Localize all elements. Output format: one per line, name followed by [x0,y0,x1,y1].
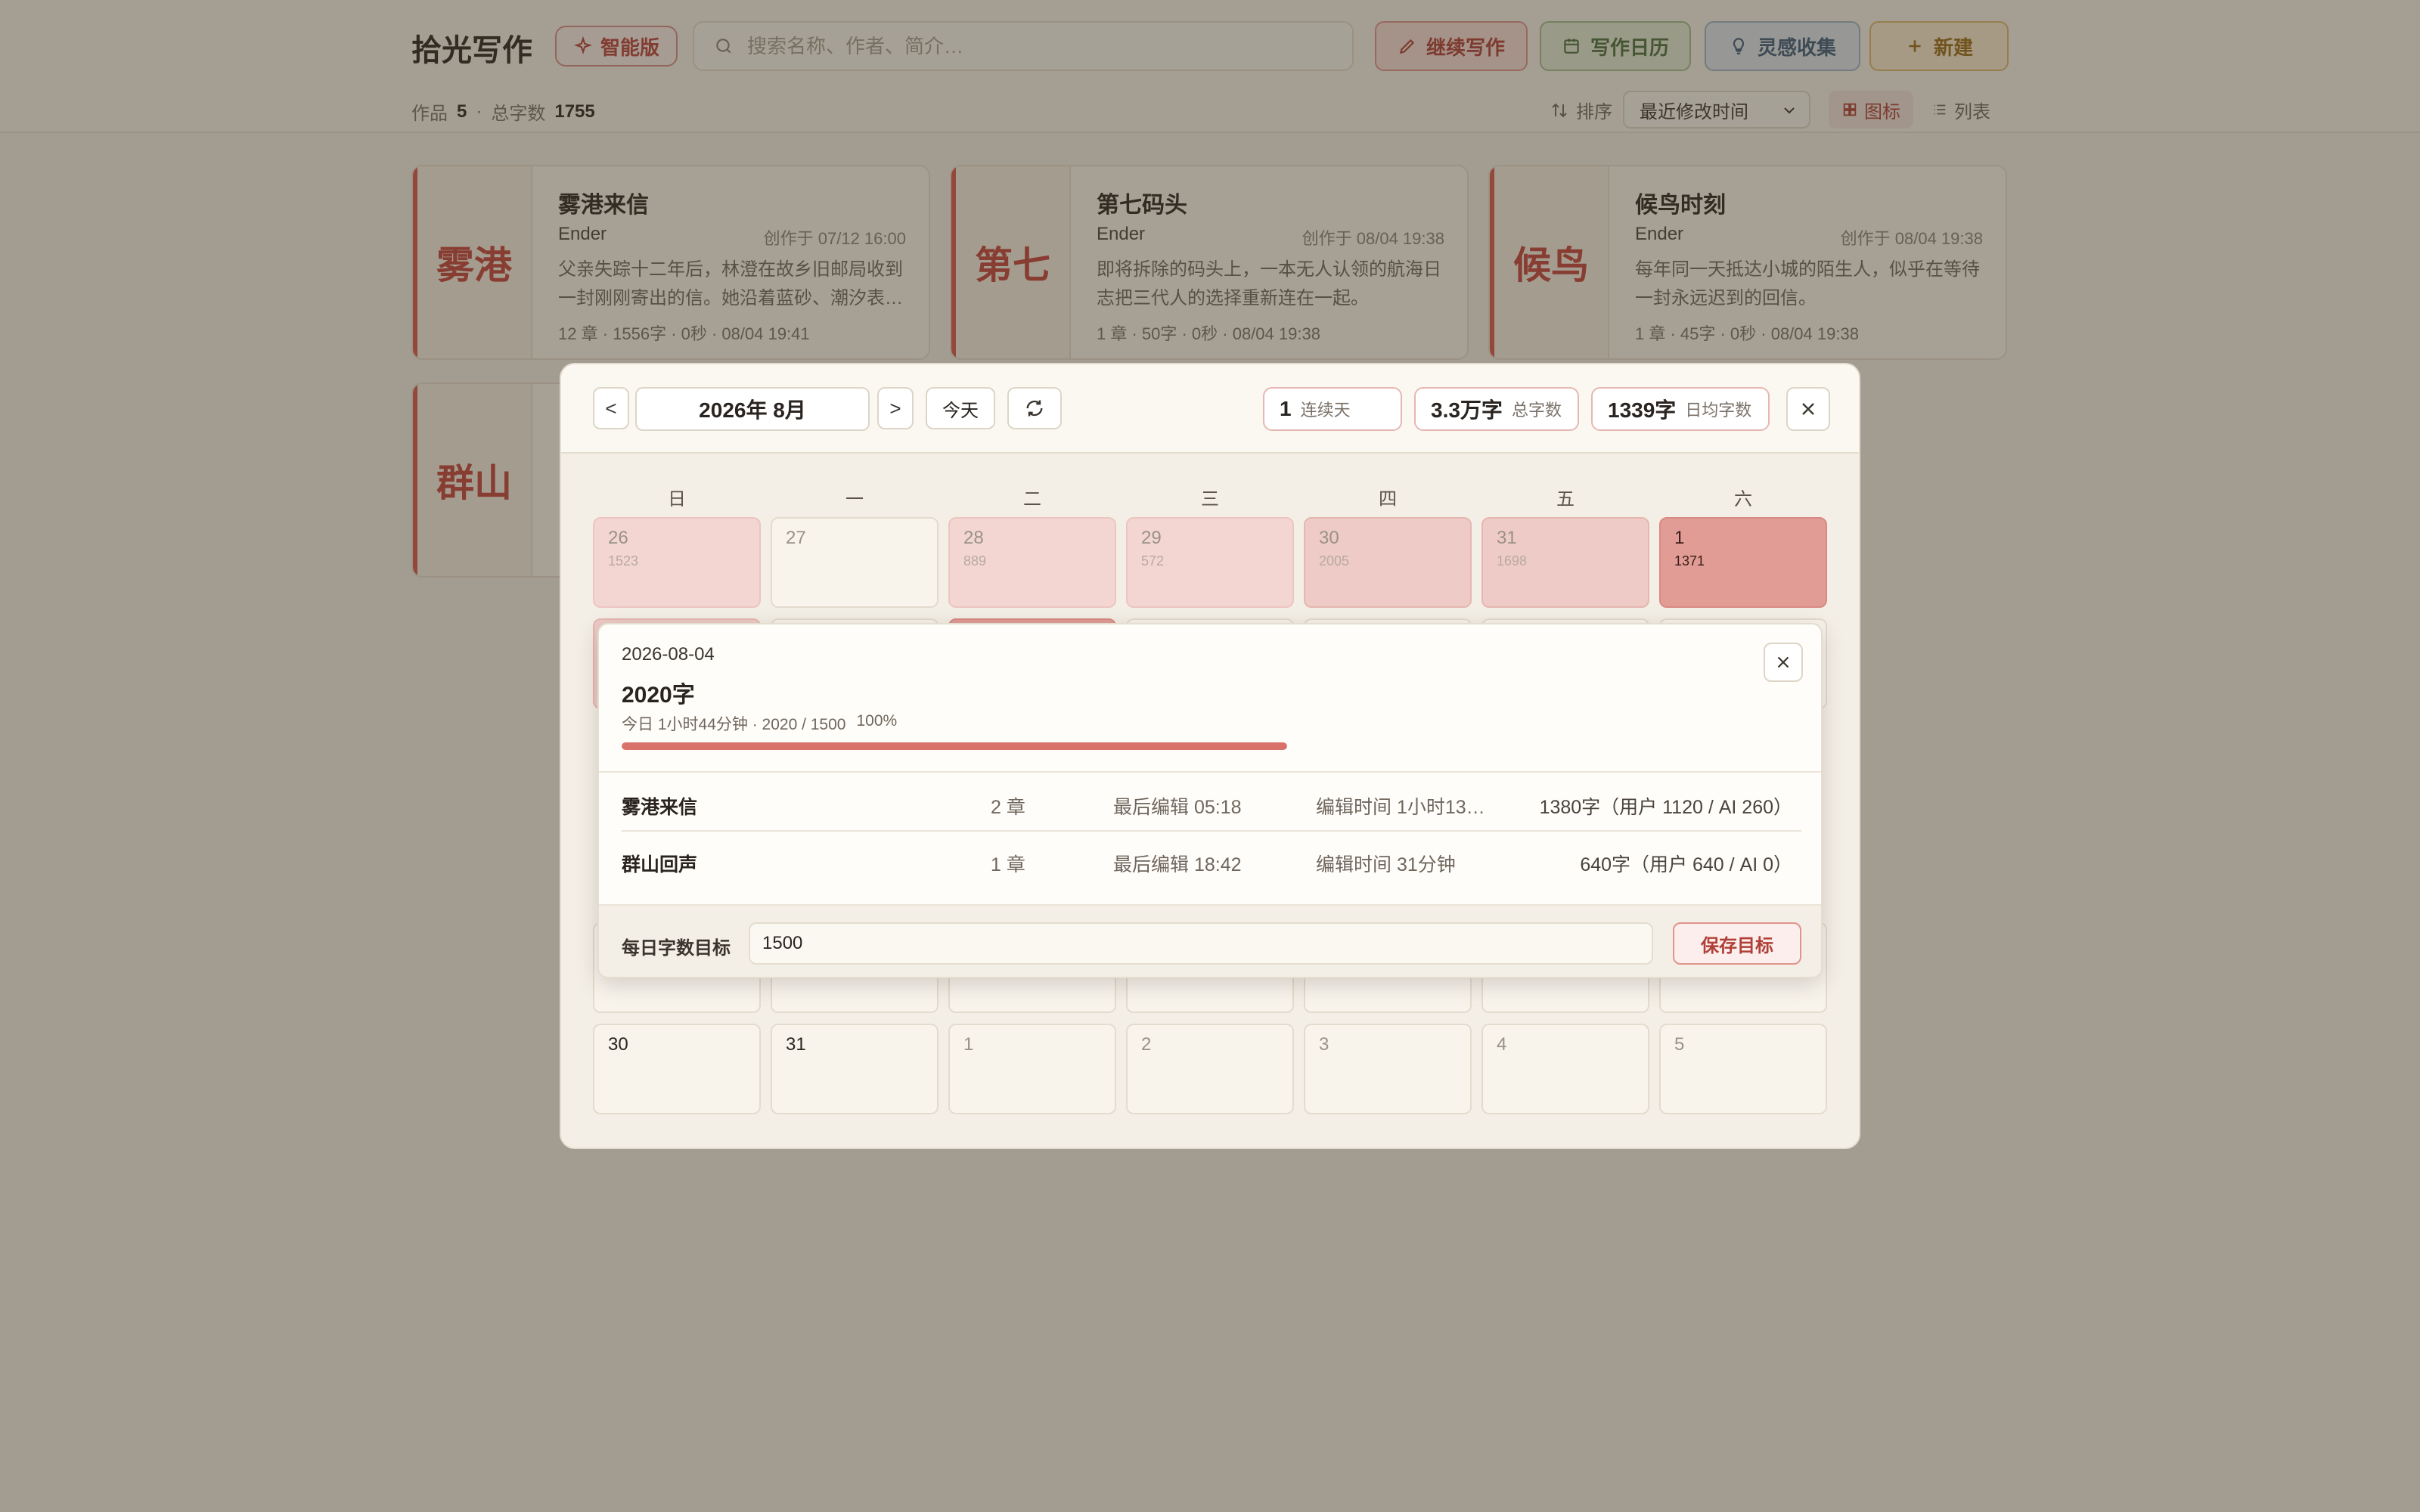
calendar-day[interactable]: 29 572 [1126,517,1294,608]
daily-goal-input[interactable] [749,922,1653,965]
streak-value: 1 [1280,397,1292,420]
day-number: 1 [1674,528,1685,548]
work-day-row[interactable]: 群山回声 1 章 最后编辑 18:42 编辑时间 31分钟 640字（用户 64… [622,833,1801,889]
day-word-count: 572 [1141,553,1165,569]
day-number: 26 [608,528,628,548]
goal-progress-bar [622,742,1287,750]
streak-pill: 1 连续天 [1263,387,1402,431]
day-word-count: 1371 [1674,553,1705,569]
day-number: 3 [1319,1034,1329,1055]
day-word-count: 889 [963,553,987,569]
weekday-label: 四 [1379,489,1397,510]
day-number: 2 [1141,1034,1152,1055]
day-number: 31 [786,1034,806,1055]
prev-month-button[interactable]: < [593,387,629,429]
day-word-count: 2005 [1319,553,1350,569]
daily-goal-label: 每日字数目标 [622,938,731,959]
weekday-label: 一 [845,489,864,510]
calendar-day[interactable]: 3 [1304,1024,1472,1114]
refresh-icon [1026,400,1043,417]
daily-average-pill: 1339字 日均字数 [1591,387,1770,431]
detail-summary: 今日 1小时44分钟 · 2020 / 1500 [622,716,846,733]
detail-total-words: 2020字 [622,683,695,708]
day-number: 1 [963,1034,974,1055]
day-word-count: 1523 [608,553,639,569]
calendar-header: < 2026年 8月 > 今天 1 连续天 3.3万字 总字数 1339字 日均… [561,364,1859,454]
close-icon [1777,656,1789,668]
weekday-label: 三 [1201,489,1219,510]
month-field[interactable]: 2026年 8月 [635,387,870,431]
day-word-count: 1698 [1497,553,1528,569]
calendar-day[interactable]: 1 [948,1024,1116,1114]
total-words-pill: 3.3万字 总字数 [1414,387,1579,431]
day-number: 29 [1141,528,1162,548]
row-edit-time: 编辑时间 31分钟 [1316,854,1456,875]
calendar-day[interactable]: 30 [593,1024,761,1114]
streak-label: 连续天 [1300,401,1351,420]
goal-progress-fill [622,742,1287,750]
row-last-edit: 最后编辑 18:42 [1113,854,1242,875]
detail-close-button[interactable] [1764,643,1803,682]
row-last-edit: 最后编辑 05:18 [1113,797,1242,818]
next-month-button[interactable]: > [877,387,914,429]
day-detail-popover: 2026-08-04 2020字 今日 1小时44分钟 · 2020 / 150… [597,623,1823,978]
weekday-label: 六 [1734,489,1752,510]
calendar-day[interactable]: 26 1523 [593,517,761,608]
daily-average-label: 日均字数 [1685,401,1752,420]
calendar-day[interactable]: 27 [771,517,939,608]
row-chapters: 1 章 [991,854,1025,875]
detail-date: 2026-08-04 [622,644,715,665]
today-button[interactable]: 今天 [926,387,995,429]
day-number: 31 [1497,528,1517,548]
day-number: 4 [1497,1034,1507,1055]
refresh-button[interactable] [1007,387,1062,429]
calendar-day[interactable]: 30 2005 [1304,517,1472,608]
calendar-day[interactable]: 5 [1659,1024,1827,1114]
detail-divider [599,771,1821,773]
calendar-day[interactable]: 1 1371 [1659,517,1827,608]
total-words-label: 总字数 [1511,401,1562,420]
day-number: 5 [1674,1034,1685,1055]
row-words: 1380字（用户 1120 / AI 260） [1539,797,1792,818]
row-work-title: 群山回声 [622,854,698,875]
row-words: 640字（用户 640 / AI 0） [1580,854,1792,875]
day-number: 30 [1319,528,1339,548]
weekday-label: 二 [1023,489,1041,510]
daily-goal-footer: 每日字数目标 保存目标 [599,904,1821,977]
daily-average-value: 1339字 [1608,398,1677,422]
save-goal-button[interactable]: 保存目标 [1673,922,1801,965]
calendar-day[interactable]: 31 [771,1024,939,1114]
row-edit-time: 编辑时间 1小时13… [1316,797,1485,818]
weekday-label: 五 [1556,489,1575,510]
calendar-day[interactable]: 31 1698 [1481,517,1649,608]
calendar-day[interactable]: 4 [1481,1024,1649,1114]
calendar-close-button[interactable] [1786,387,1830,431]
row-chapters: 2 章 [991,797,1025,818]
detail-progress-text: 今日 1小时44分钟 · 2020 / 1500 100% [622,712,897,735]
day-number: 27 [786,528,806,548]
day-number: 28 [963,528,984,548]
calendar-day[interactable]: 28 889 [948,517,1116,608]
calendar-day[interactable]: 2 [1126,1024,1294,1114]
work-day-row[interactable]: 雾港来信 2 章 最后编辑 05:18 编辑时间 1小时13… 1380字（用户… [622,776,1801,832]
total-words-value: 3.3万字 [1431,398,1503,422]
row-work-title: 雾港来信 [622,797,698,818]
detail-percent: 100% [856,712,898,730]
close-icon [1802,403,1814,415]
day-number: 30 [608,1034,628,1055]
weekday-label: 日 [668,489,686,510]
